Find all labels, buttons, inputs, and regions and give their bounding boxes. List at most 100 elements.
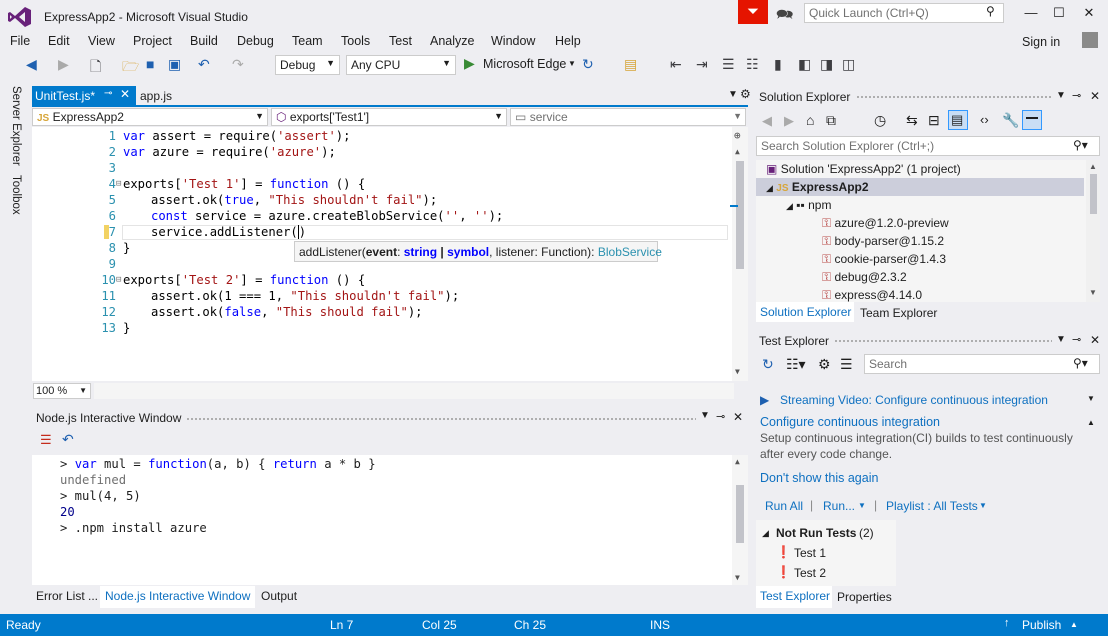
chevron-down-icon[interactable]: ▼ [700,410,710,421]
menu-project[interactable]: Project [133,34,172,48]
chevron-down-icon[interactable]: ▼ [568,59,576,68]
tree-package[interactable]: ⚿ express@4.14.0 [822,288,922,303]
project-nav-select[interactable]: JS ExpressApp2▼ [32,108,268,126]
collapse-all-icon[interactable]: ⊟ [928,112,940,129]
find-icon[interactable]: ▤ [624,56,637,73]
chevron-down-icon[interactable]: ▼ [728,89,738,100]
tab-solution-explorer[interactable]: Solution Explorer [760,305,851,319]
publish-icon[interactable]: ↑ [1004,617,1010,629]
switch-views-icon[interactable]: ⧉ [826,112,836,129]
playlist-button[interactable]: Playlist : All Tests [886,499,978,513]
scrollbar-thumb[interactable] [736,161,744,269]
member-nav-select[interactable]: ▭ service▼ [510,108,746,126]
tree-npm[interactable]: ◢ ▪▪ npm [786,198,831,212]
menu-build[interactable]: Build [190,34,218,48]
new-project-icon[interactable]: 🗋 [90,56,101,80]
maximize-button[interactable]: ☐ [1046,4,1072,22]
tree-package[interactable]: ⚿ azure@1.2.0-preview [822,216,949,231]
solution-search-input[interactable]: Search Solution Explorer (Ctrl+;) [756,136,1100,156]
group-by-icon[interactable]: ☷▾ [786,356,806,373]
tab-test-explorer[interactable]: Test Explorer [760,589,830,603]
settings-icon[interactable]: ⚙ [740,87,751,101]
history-icon[interactable]: ◷ [874,112,886,129]
refresh-icon[interactable]: ↻ [582,56,594,73]
list-icon[interactable]: ☰ [840,356,853,373]
quick-launch-input[interactable]: Quick Launch (Ctrl+Q) [804,3,1004,23]
test-item[interactable]: Test 2 [794,566,826,580]
view-code-icon[interactable]: ‹› [980,112,989,127]
feedback-filter-icon[interactable]: ⏷ [738,0,768,24]
tree-package[interactable]: ⚿ cookie-parser@1.4.3 [822,252,946,267]
home-icon[interactable]: ⌂ [806,112,814,128]
save-icon[interactable]: ■ [146,56,154,72]
menu-view[interactable]: View [88,34,115,48]
clear-icon[interactable]: ☰ [40,432,52,448]
zoom-select[interactable]: 100 %▼ [33,383,91,399]
run-button[interactable]: Run... [823,499,855,513]
back-icon[interactable]: ◀ [762,113,772,129]
close-icon[interactable]: ✕ [1090,333,1100,347]
tree-package[interactable]: ⚿ debug@2.3.2 [822,270,907,285]
scroll-down-icon[interactable]: ▼ [735,573,740,582]
dont-show-link[interactable]: Don't show this again [760,471,878,485]
test-item[interactable]: Test 1 [794,546,826,560]
filter-icon[interactable]: ⚙ [818,356,831,373]
menu-tools[interactable]: Tools [341,34,370,48]
ci-title[interactable]: Configure continuous integration [760,415,940,429]
scroll-down-icon[interactable]: ▼ [1089,288,1097,297]
undo-icon[interactable]: ↶ [198,56,210,73]
menu-help[interactable]: Help [555,34,581,48]
tab-node-interactive[interactable]: Node.js Interactive Window [105,589,250,603]
menu-file[interactable]: File [10,34,30,48]
back-icon[interactable]: ◀ [26,56,37,73]
menu-window[interactable]: Window [491,34,535,48]
close-icon[interactable]: ✕ [120,87,130,101]
bookmark-next-icon[interactable]: ◨ [820,56,833,73]
scroll-up-icon[interactable]: ▲ [1089,162,1097,171]
format-icon[interactable]: ⇥ [696,56,708,73]
drag-handle[interactable] [856,95,1052,100]
tree-solution[interactable]: ▣ Solution 'ExpressApp2' (1 project) [766,162,961,176]
avatar[interactable] [1082,32,1098,48]
test-search-input[interactable]: Search [864,354,1100,374]
drag-handle[interactable] [186,417,696,422]
pin-icon[interactable]: ⊸ [716,410,725,423]
scroll-up-icon[interactable]: ▲ [735,457,740,466]
configuration-select[interactable]: Debug▼ [275,55,340,75]
run-target-button[interactable]: Microsoft Edge [483,57,566,71]
chevron-up-icon[interactable]: ▲ [1070,620,1078,629]
sign-in-link[interactable]: Sign in [1022,35,1060,49]
tab-output[interactable]: Output [261,589,297,603]
chevron-down-icon[interactable]: ▼ [979,501,987,510]
pin-icon[interactable]: ⊸ [1072,89,1081,102]
step-icon[interactable]: ⇤ [670,56,682,73]
minimize-button[interactable]: — [1018,4,1044,22]
menu-team[interactable]: Team [292,34,323,48]
close-icon[interactable]: ✕ [1090,89,1100,103]
tab-app-js[interactable]: app.js [140,89,172,103]
run-all-button[interactable]: Run All [765,499,803,513]
split-icon[interactable]: ⊕ [734,129,741,142]
chevron-down-icon[interactable]: ▼ [1087,394,1095,403]
bookmark-icon[interactable]: ▮ [774,56,782,73]
save-all-icon[interactable]: ▣ [168,56,181,73]
bookmark-prev-icon[interactable]: ◧ [798,56,811,73]
menu-analyze[interactable]: Analyze [430,34,474,48]
scope-nav-select[interactable]: ⬡ exports['Test1']▼ [271,108,507,126]
tab-team-explorer[interactable]: Team Explorer [860,306,937,320]
drag-handle[interactable] [834,339,1052,344]
menu-test[interactable]: Test [389,34,412,48]
properties-icon[interactable]: 🔧 [1002,112,1019,129]
scrollbar-thumb[interactable] [1090,174,1097,214]
publish-button[interactable]: Publish [1022,618,1061,632]
server-explorer-tab[interactable]: Server Explorer [10,86,22,166]
comment-icon[interactable]: ☰ [722,56,735,73]
streaming-video-link[interactable]: Streaming Video: Configure continuous in… [780,393,1048,407]
pin-icon[interactable]: ⊸ [1072,333,1081,346]
toolbox-tab[interactable]: Toolbox [10,175,22,215]
platform-select[interactable]: Any CPU▼ [346,55,456,75]
forward-icon[interactable]: ▶ [784,113,794,129]
pin-icon[interactable]: ⊸ [104,88,112,99]
tab-error-list[interactable]: Error List ... [36,589,98,603]
tab-properties[interactable]: Properties [837,590,892,604]
